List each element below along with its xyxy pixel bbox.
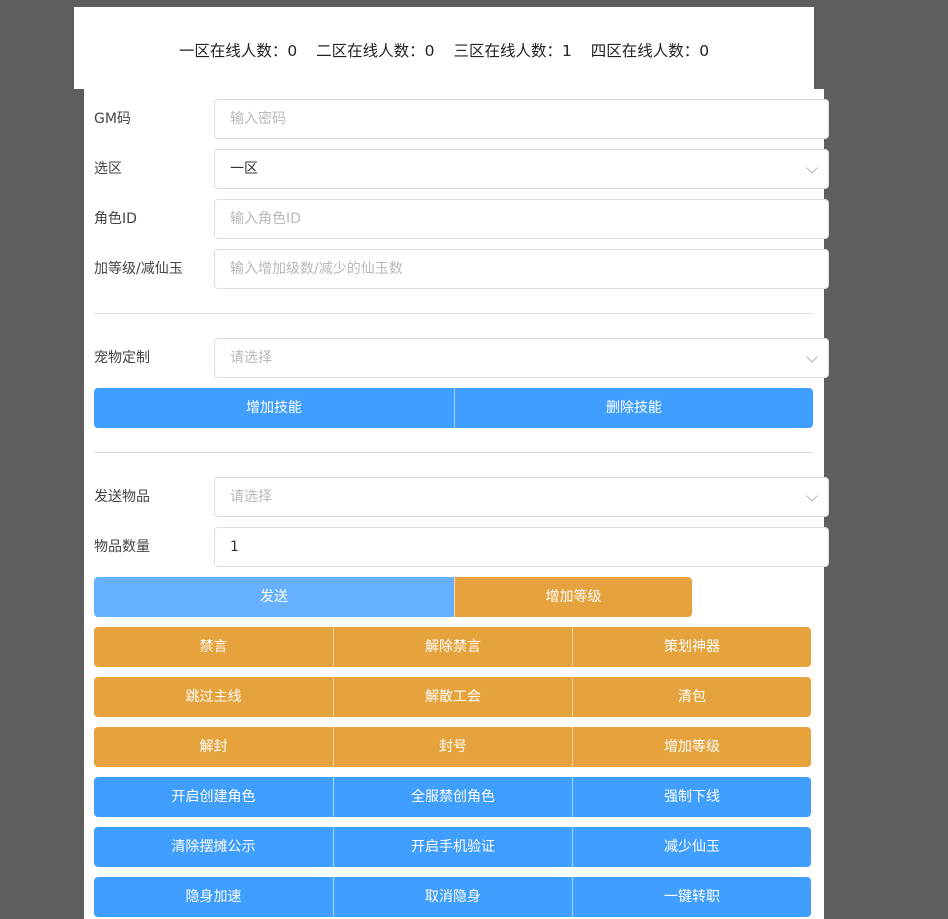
delete-skill-button[interactable]: 删除技能 bbox=[454, 388, 813, 428]
unban-button[interactable]: 解封 bbox=[94, 727, 333, 767]
action-row-4: 开启创建角色 全服禁创角色 强制下线 bbox=[94, 777, 811, 817]
planner-artifact-button[interactable]: 策划神器 bbox=[572, 627, 811, 667]
disband-guild-button[interactable]: 解散工会 bbox=[333, 677, 572, 717]
clear-bag-button[interactable]: 清包 bbox=[572, 677, 811, 717]
gm-code-row: GM码 输入密码 bbox=[84, 99, 829, 139]
send-button-group: 发送 增加等级 bbox=[94, 577, 692, 617]
increase-level-button[interactable]: 增加等级 bbox=[572, 727, 811, 767]
item-quantity-label: 物品数量 bbox=[94, 539, 150, 555]
role-id-input[interactable]: 输入角色ID bbox=[214, 199, 829, 239]
send-item-row: 发送物品 请选择 bbox=[84, 477, 829, 517]
section-divider bbox=[94, 452, 813, 453]
send-item-placeholder: 请选择 bbox=[230, 489, 272, 505]
action-row-2: 跳过主线 解散工会 清包 bbox=[94, 677, 811, 717]
action-row-1: 禁言 解除禁言 策划神器 bbox=[94, 627, 811, 667]
pet-custom-label: 宠物定制 bbox=[94, 350, 150, 366]
level-jade-row: 加等级/减仙玉 输入增加级数/减少的仙玉数 bbox=[84, 249, 829, 289]
zone-2-online-count: 二区在线人数：0 bbox=[316, 42, 435, 60]
send-item-label: 发送物品 bbox=[94, 489, 150, 505]
send-button[interactable]: 发送 bbox=[94, 577, 454, 617]
chevron-down-icon bbox=[806, 490, 818, 502]
enable-phone-verify-button[interactable]: 开启手机验证 bbox=[333, 827, 572, 867]
online-stats-bar: 一区在线人数：0 二区在线人数：0 三区在线人数：1 四区在线人数：0 bbox=[74, 7, 814, 89]
online-stats-line: 一区在线人数：0 二区在线人数：0 三区在线人数：1 四区在线人数：0 bbox=[74, 41, 814, 61]
item-quantity-input[interactable]: 1 bbox=[214, 527, 829, 567]
gm-form-panel: GM码 输入密码 选区 一区 角色ID 输入角色ID 加等级/减仙玉 输入增加级… bbox=[84, 89, 829, 919]
role-id-row: 角色ID 输入角色ID bbox=[84, 199, 829, 239]
zone-3-online-count: 三区在线人数：1 bbox=[453, 42, 572, 60]
zone-label: 选区 bbox=[94, 161, 122, 177]
item-quantity-row: 物品数量 1 bbox=[84, 527, 829, 567]
cancel-stealth-button[interactable]: 取消隐身 bbox=[333, 877, 572, 917]
disable-create-role-button[interactable]: 全服禁创角色 bbox=[333, 777, 572, 817]
send-item-select[interactable]: 请选择 bbox=[214, 477, 829, 517]
add-level-button[interactable]: 增加等级 bbox=[454, 577, 692, 617]
clear-stall-notice-button[interactable]: 清除摆摊公示 bbox=[94, 827, 333, 867]
unmute-button[interactable]: 解除禁言 bbox=[333, 627, 572, 667]
zone-1-online-count: 一区在线人数：0 bbox=[178, 42, 298, 60]
pet-custom-placeholder: 请选择 bbox=[230, 350, 272, 366]
gm-code-label: GM码 bbox=[94, 111, 131, 127]
mute-button[interactable]: 禁言 bbox=[94, 627, 333, 667]
chevron-down-icon bbox=[806, 162, 818, 174]
skip-main-quest-button[interactable]: 跳过主线 bbox=[94, 677, 333, 717]
reduce-jade-button[interactable]: 减少仙玉 bbox=[572, 827, 811, 867]
ban-account-button[interactable]: 封号 bbox=[333, 727, 572, 767]
level-jade-input[interactable]: 输入增加级数/减少的仙玉数 bbox=[214, 249, 829, 289]
section-divider bbox=[94, 313, 813, 314]
force-offline-button[interactable]: 强制下线 bbox=[572, 777, 811, 817]
pet-custom-row: 宠物定制 请选择 bbox=[84, 338, 829, 378]
pet-custom-select[interactable]: 请选择 bbox=[214, 338, 829, 378]
add-skill-button[interactable]: 增加技能 bbox=[94, 388, 454, 428]
gm-code-input[interactable]: 输入密码 bbox=[214, 99, 829, 139]
role-id-label: 角色ID bbox=[94, 211, 137, 227]
action-row-3: 解封 封号 增加等级 bbox=[94, 727, 811, 767]
zone-4-online-count: 四区在线人数：0 bbox=[590, 42, 710, 60]
chevron-down-icon bbox=[806, 351, 818, 363]
zone-select[interactable]: 一区 bbox=[214, 149, 829, 189]
zone-select-value: 一区 bbox=[230, 161, 258, 177]
zone-row: 选区 一区 bbox=[84, 149, 829, 189]
one-click-job-change-button[interactable]: 一键转职 bbox=[572, 877, 811, 917]
action-row-6: 隐身加速 取消隐身 一键转职 bbox=[94, 877, 811, 917]
skill-button-group: 增加技能 删除技能 bbox=[94, 388, 813, 428]
action-row-5: 清除摆摊公示 开启手机验证 减少仙玉 bbox=[94, 827, 811, 867]
stealth-speed-button[interactable]: 隐身加速 bbox=[94, 877, 333, 917]
level-jade-label: 加等级/减仙玉 bbox=[94, 261, 183, 277]
enable-create-role-button[interactable]: 开启创建角色 bbox=[94, 777, 333, 817]
